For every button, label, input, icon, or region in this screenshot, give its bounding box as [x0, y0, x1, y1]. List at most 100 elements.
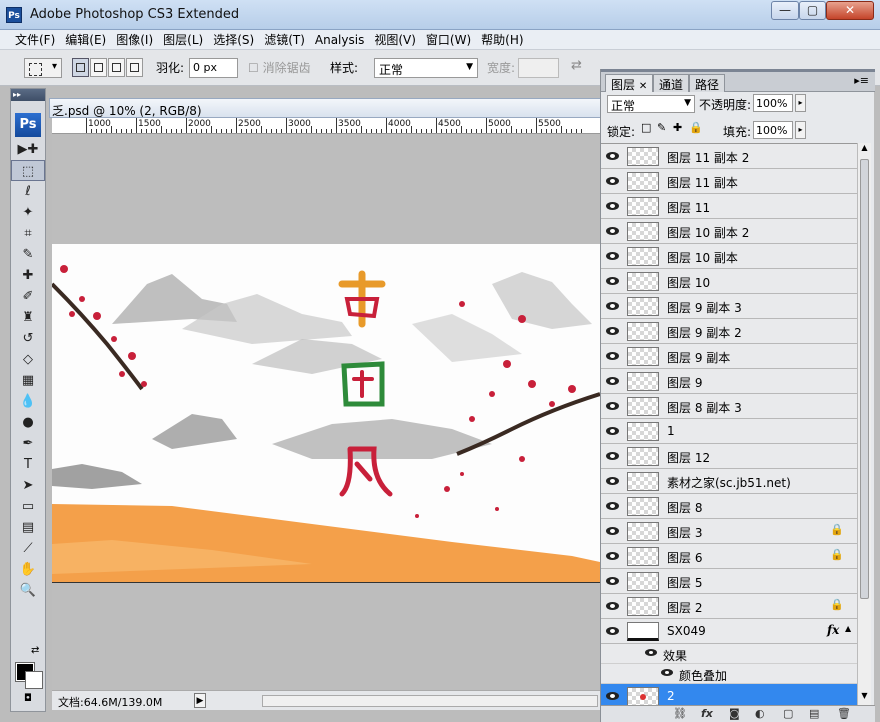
antialias-checkbox[interactable]: ☐ 消除锯齿 [248, 59, 311, 76]
visibility-eye-icon[interactable] [605, 550, 621, 562]
visibility-eye-icon[interactable] [605, 275, 621, 287]
color-overlay-row[interactable]: 颜色叠加 [601, 664, 857, 684]
dodge-tool-icon[interactable]: ● [11, 412, 45, 433]
panel-menu-icon[interactable]: ▸≡ [854, 74, 869, 87]
visibility-eye-icon[interactable] [605, 350, 621, 362]
blend-mode-select[interactable]: 正常 [607, 95, 695, 113]
visibility-eye-icon[interactable] [605, 500, 621, 512]
horizontal-scrollbar[interactable] [262, 695, 598, 707]
layer-row[interactable]: 图层 10 副本 [601, 244, 857, 269]
visibility-eye-icon[interactable] [605, 300, 621, 312]
canvas-artwork[interactable] [52, 244, 600, 583]
fill-slider-button[interactable]: ▸ [795, 121, 806, 139]
menu-view[interactable]: 视图(V) [369, 31, 421, 48]
color-overlay-eye-icon[interactable] [661, 668, 675, 678]
width-input[interactable] [518, 58, 559, 78]
canvas-area[interactable] [52, 134, 600, 690]
marquee-tool-icon[interactable]: ⬚ [11, 160, 45, 181]
layer-row[interactable]: 图层 9 副本 3 [601, 294, 857, 319]
visibility-eye-icon[interactable] [605, 625, 621, 637]
clone-stamp-tool-icon[interactable]: ♜ [11, 307, 45, 328]
opacity-slider-button[interactable]: ▸ [795, 94, 806, 112]
tab-paths[interactable]: 路径 [689, 74, 726, 92]
background-color-swatch[interactable] [25, 671, 43, 689]
link-layers-icon[interactable]: ⛓ [673, 707, 687, 720]
layer-row[interactable]: 图层 5 [601, 569, 857, 594]
crop-tool-icon[interactable]: ⌗ [11, 223, 45, 244]
visibility-eye-icon[interactable] [605, 600, 621, 612]
zoom-tool-icon[interactable]: 🔍 [11, 580, 45, 601]
layer-row[interactable]: 图层 11 [601, 194, 857, 219]
visibility-eye-icon[interactable] [605, 200, 621, 212]
path-selection-tool-icon[interactable]: ➤ [11, 475, 45, 496]
pen-tool-icon[interactable]: ✒ [11, 433, 45, 454]
visibility-eye-icon[interactable] [605, 690, 621, 702]
layer-row[interactable]: 图层 10 [601, 269, 857, 294]
add-layer-style-icon[interactable]: fx [701, 707, 713, 720]
intersect-selection-mode-button[interactable] [126, 58, 143, 77]
quick-mask-icon[interactable]: ◘ [14, 693, 42, 707]
lock-pixels-icon[interactable]: ✎ [657, 121, 666, 134]
gradient-tool-icon[interactable]: ▦ [11, 370, 45, 391]
layer-row[interactable]: 图层 3 🔒 [601, 519, 857, 544]
hand-tool-icon[interactable]: ✋ [11, 559, 45, 580]
fill-input[interactable]: 100% [753, 121, 793, 139]
effects-row[interactable]: 效果 [601, 644, 857, 664]
visibility-eye-icon[interactable] [605, 425, 621, 437]
menu-edit[interactable]: 编辑(E) [60, 31, 111, 48]
expand-effects-arrow-icon[interactable]: ▲ [845, 624, 851, 633]
brush-tool-icon[interactable]: ✐ [11, 286, 45, 307]
layer-row[interactable]: 1 [601, 419, 857, 444]
feather-input[interactable]: 0 px [189, 58, 238, 78]
scroll-down-arrow-icon[interactable]: ▼ [858, 691, 871, 705]
status-menu-arrow[interactable]: ▶ [194, 693, 206, 708]
layer-row[interactable]: 素材之家(sc.jb51.net) [601, 469, 857, 494]
tab-close-icon[interactable]: ✕ [639, 81, 647, 92]
add-selection-mode-button[interactable] [90, 58, 107, 77]
layer-row[interactable]: 图层 8 副本 3 [601, 394, 857, 419]
tab-layers[interactable]: 图层 ✕ [605, 74, 654, 92]
menu-image[interactable]: 图像(I) [111, 31, 158, 48]
layer-row[interactable]: 图层 10 副本 2 [601, 219, 857, 244]
style-select[interactable]: 正常 [374, 58, 478, 78]
menu-window[interactable]: 窗口(W) [421, 31, 476, 48]
visibility-eye-icon[interactable] [605, 400, 621, 412]
layer-row[interactable]: 图层 12 [601, 444, 857, 469]
blur-tool-icon[interactable]: 💧 [11, 391, 45, 412]
layer-row[interactable]: 图层 11 副本 [601, 169, 857, 194]
fx-icon[interactable]: fx [827, 623, 839, 637]
add-mask-icon[interactable]: ◙ [729, 707, 740, 720]
eyedropper-tool-icon[interactable]: ⟋ [11, 538, 45, 559]
delete-layer-icon[interactable]: 🗑 [837, 707, 851, 720]
visibility-eye-icon[interactable] [605, 175, 621, 187]
document-tab[interactable]: 乏.psd @ 10% (2, RGB/8) [49, 98, 602, 118]
menu-help[interactable]: 帮助(H) [476, 31, 528, 48]
layer-row[interactable]: 图层 9 副本 [601, 344, 857, 369]
move-tool-icon[interactable]: ▶✚ [11, 139, 45, 160]
swap-colors-icon[interactable]: ⇄ [31, 645, 39, 656]
layer-row-sx049[interactable]: SX049 fx ▲ [601, 619, 857, 644]
type-tool-icon[interactable]: T [11, 454, 45, 475]
layer-row[interactable]: 图层 6 🔒 [601, 544, 857, 569]
new-layer-icon[interactable]: ▤ [809, 707, 819, 720]
maximize-button[interactable]: ▢ [799, 1, 826, 20]
slice-tool-icon[interactable]: ✎ [11, 244, 45, 265]
history-brush-tool-icon[interactable]: ↺ [11, 328, 45, 349]
lasso-tool-icon[interactable]: ℓ [11, 181, 45, 202]
tool-preset-picker[interactable] [24, 58, 62, 78]
eraser-tool-icon[interactable]: ◇ [11, 349, 45, 370]
layer-row[interactable]: 图层 8 [601, 494, 857, 519]
magic-wand-tool-icon[interactable]: ✦ [11, 202, 45, 223]
healing-brush-tool-icon[interactable]: ✚ [11, 265, 45, 286]
close-button[interactable]: ✕ [826, 1, 874, 20]
layer-row[interactable]: 图层 11 副本 2 [601, 144, 857, 169]
visibility-eye-icon[interactable] [605, 150, 621, 162]
layer-row[interactable]: 图层 2 🔒 [601, 594, 857, 619]
scroll-up-arrow-icon[interactable]: ▲ [858, 143, 871, 157]
adjustment-layer-icon[interactable]: ◐ [755, 707, 765, 720]
subtract-selection-mode-button[interactable] [108, 58, 125, 77]
shape-tool-icon[interactable]: ▭ [11, 496, 45, 517]
effects-eye-icon[interactable] [645, 648, 659, 658]
menu-layer[interactable]: 图层(L) [158, 31, 208, 48]
tab-channels[interactable]: 通道 [653, 74, 690, 92]
